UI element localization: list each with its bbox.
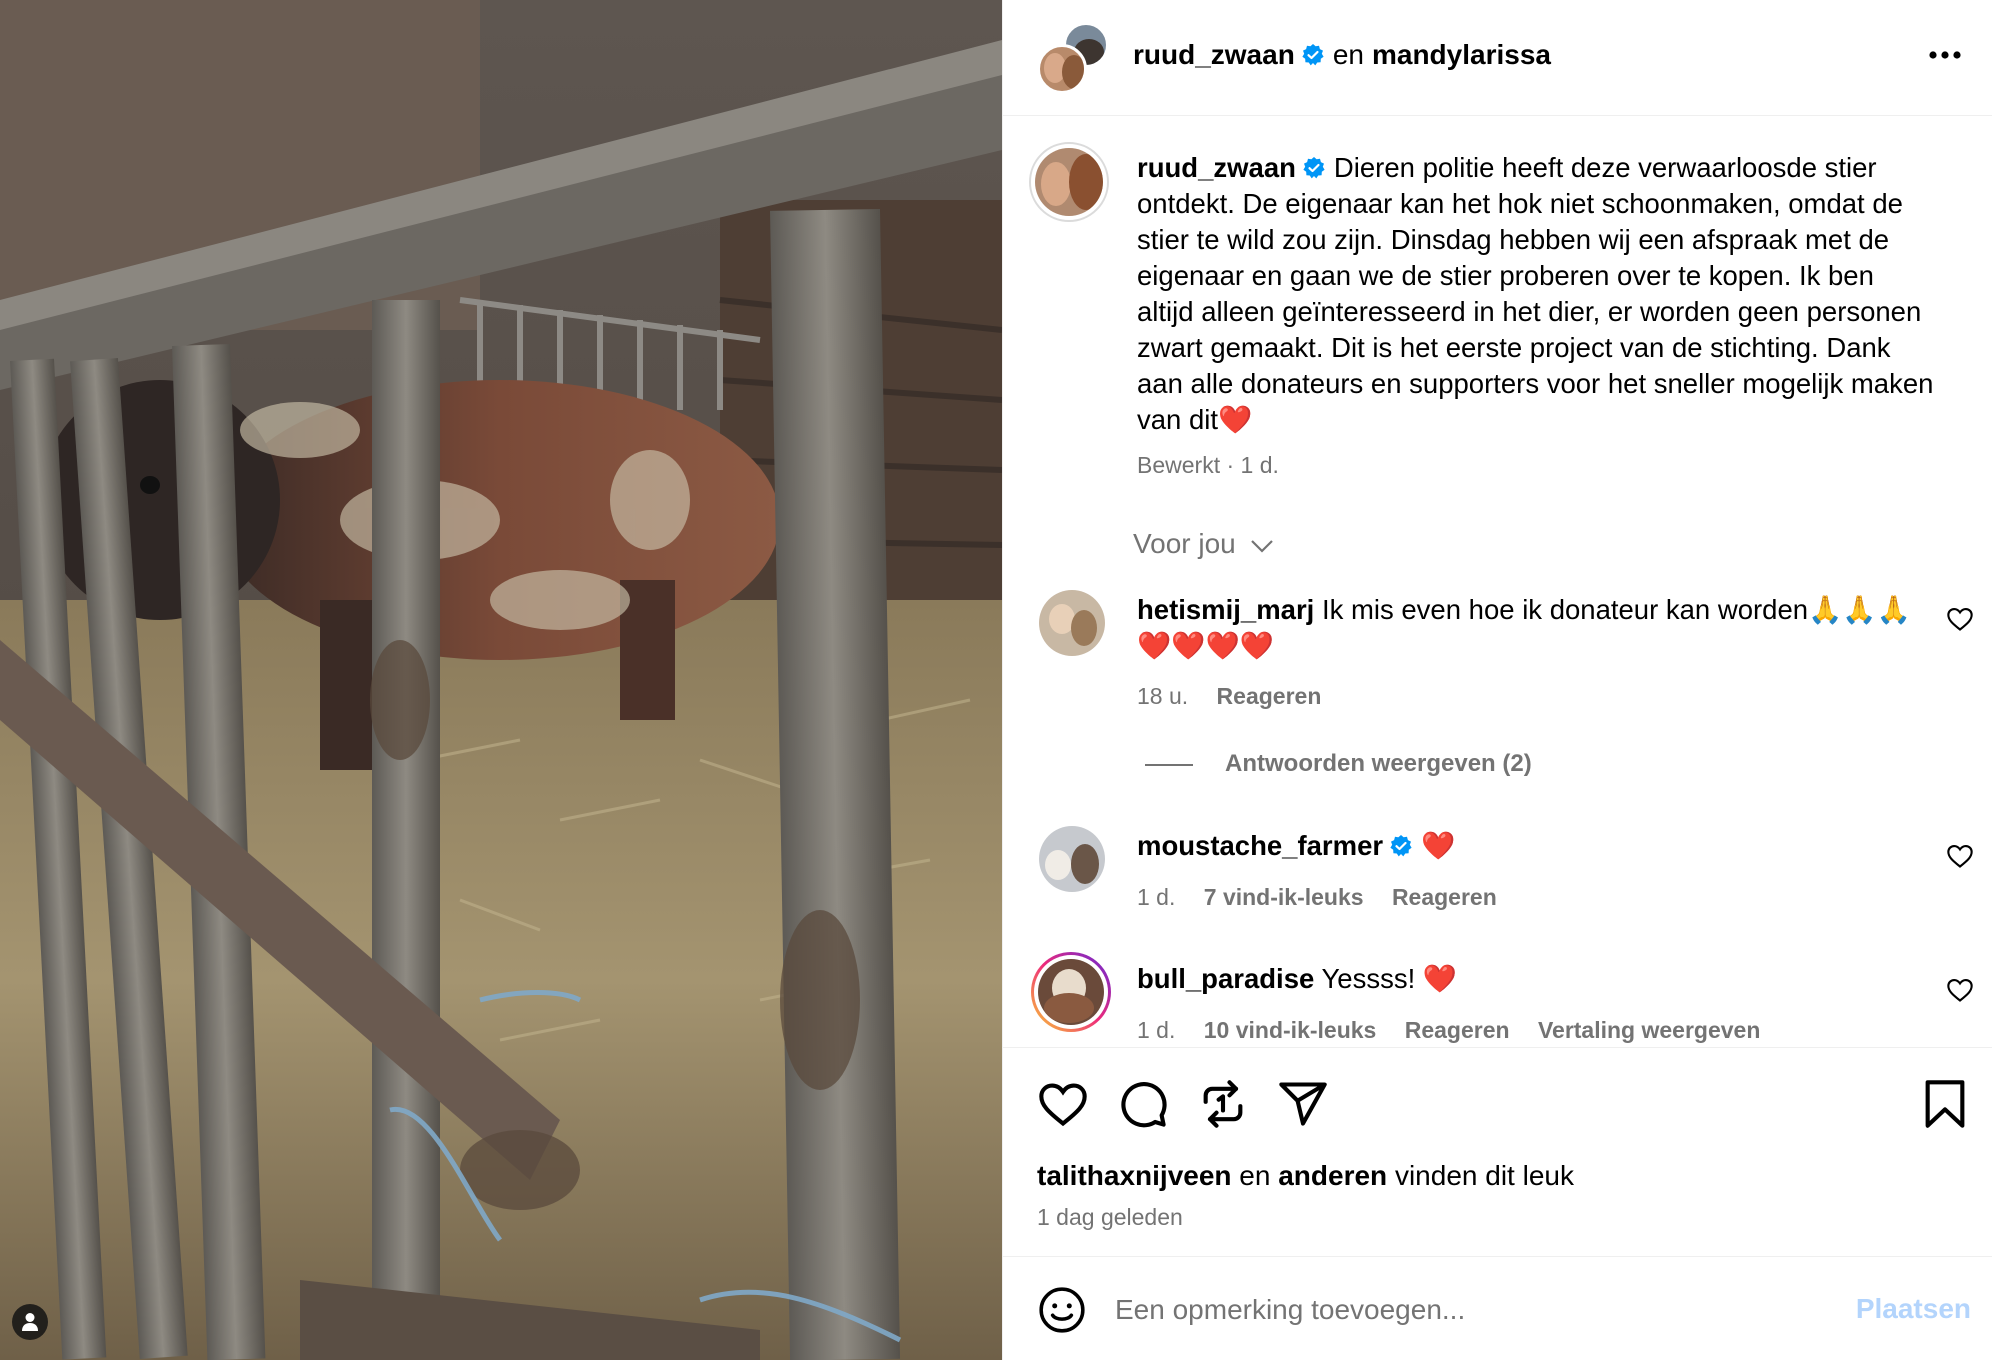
heart-icon xyxy=(1039,1083,1087,1127)
comment-avatar[interactable] xyxy=(1039,826,1105,892)
comment-3-meta: 1 d. 10 vind-ik-leuks Reageren Vertaling… xyxy=(1137,1017,1782,1044)
comment-like-button[interactable] xyxy=(1946,842,1974,870)
collab-avatar[interactable] xyxy=(1037,22,1109,94)
comment-text: Yessss! ❤️ xyxy=(1321,963,1458,994)
tagged-user-icon[interactable] xyxy=(12,1304,48,1340)
verified-badge-icon xyxy=(1303,157,1325,179)
comment-icon xyxy=(1121,1082,1167,1128)
emoji-icon xyxy=(1039,1287,1085,1333)
author-avatar xyxy=(1037,44,1087,94)
comment-input[interactable] xyxy=(1115,1287,1815,1333)
translate-button[interactable]: Vertaling weergeven xyxy=(1538,1017,1760,1043)
comment-time: 1 d. xyxy=(1137,1017,1176,1043)
comment-likes-count[interactable]: 10 vind-ik-leuks xyxy=(1204,1017,1377,1043)
share-icon xyxy=(1279,1082,1327,1126)
more-options-icon xyxy=(1929,51,1961,59)
post-timestamp[interactable]: 1 dag geleden xyxy=(1037,1204,1183,1231)
likes-others-link[interactable]: anderen xyxy=(1278,1160,1387,1191)
comment-time: 18 u. xyxy=(1137,683,1189,709)
author-username[interactable]: ruud_zwaan xyxy=(1133,39,1295,70)
share-button[interactable] xyxy=(1277,1078,1329,1130)
comment-filter-label: Voor jou xyxy=(1133,528,1236,559)
comment-like-button[interactable] xyxy=(1946,976,1974,1004)
comment-1-meta: 18 u. Reageren xyxy=(1137,683,1343,710)
comment-2-meta: 1 d. 7 vind-ik-leuks Reageren xyxy=(1137,884,1519,911)
heart-outline-icon xyxy=(1947,845,1973,868)
post-photo[interactable] xyxy=(0,0,1002,1360)
liker-username[interactable]: talithaxnijveen xyxy=(1037,1160,1232,1191)
post-comment-button[interactable]: Plaatsen xyxy=(1856,1293,1971,1325)
comment-text: ❤️ xyxy=(1421,830,1456,861)
comment-like-button[interactable] xyxy=(1946,605,1974,633)
caption-meta: Bewerkt · 1 d. xyxy=(1137,452,1279,478)
comment-avatar-story-ring[interactable] xyxy=(1031,952,1111,1032)
likes-suffix: vinden dit leuk xyxy=(1394,1160,1574,1191)
person-icon xyxy=(22,1313,38,1331)
like-button[interactable] xyxy=(1037,1078,1089,1130)
coauthor-username[interactable]: mandylarissa xyxy=(1372,39,1551,70)
heart-outline-icon xyxy=(1947,979,1973,1002)
comment-3: bull_paradise Yessss! ❤️ xyxy=(1137,961,1937,997)
comment-likes-count[interactable]: 7 vind-ik-leuks xyxy=(1204,884,1364,910)
comment-username[interactable]: bull_paradise xyxy=(1137,963,1314,994)
reply-button[interactable]: Reageren xyxy=(1405,1017,1510,1043)
add-comment-bar: Plaatsen xyxy=(1003,1256,1992,1360)
likes-summary: talithaxnijveen en anderen vinden dit le… xyxy=(1037,1160,1574,1192)
likes-connector: en xyxy=(1239,1160,1271,1191)
comment-filter-dropdown[interactable]: Voor jou xyxy=(1133,528,1274,560)
comment-time: 1 d. xyxy=(1137,884,1176,910)
caption-avatar[interactable] xyxy=(1029,142,1109,222)
chevron-down-icon xyxy=(1250,539,1273,553)
caption-text: Dieren politie heeft deze verwaarloosde … xyxy=(1137,152,1934,435)
view-replies-button[interactable]: Antwoorden weergeven (2) xyxy=(1145,750,1532,778)
comment-2: moustache_farmer ❤️ xyxy=(1137,828,1937,864)
bull-in-barn-image xyxy=(0,0,1002,1360)
bookmark-icon xyxy=(1925,1080,1965,1128)
authors-connector: en xyxy=(1332,39,1364,70)
comment-username[interactable]: hetismij_marj xyxy=(1137,594,1314,625)
comment-1: hetismij_marj Ik mis even hoe ik donateu… xyxy=(1137,592,1937,664)
comment-avatar[interactable] xyxy=(1039,590,1105,656)
heart-outline-icon xyxy=(1947,608,1973,631)
more-options-button[interactable] xyxy=(1925,38,1965,72)
comment-username[interactable]: moustache_farmer xyxy=(1137,830,1383,861)
post-authors: ruud_zwaan en mandylarissa xyxy=(1133,38,1551,72)
repost-icon xyxy=(1203,1080,1243,1128)
replies-divider xyxy=(1145,763,1193,766)
view-replies-label: Antwoorden weergeven (2) xyxy=(1225,750,1532,777)
reply-button[interactable]: Reageren xyxy=(1392,884,1497,910)
repost-button[interactable] xyxy=(1197,1078,1249,1130)
verified-badge-icon xyxy=(1390,835,1412,857)
save-button[interactable] xyxy=(1923,1078,1975,1130)
post-header: ruud_zwaan en mandylarissa xyxy=(1003,0,1992,116)
post-caption: ruud_zwaan Dieren politie heeft deze verw… xyxy=(1137,150,1937,438)
emoji-button[interactable] xyxy=(1037,1285,1087,1335)
reply-button[interactable]: Reageren xyxy=(1217,683,1322,709)
comment-button[interactable] xyxy=(1117,1078,1169,1130)
caption-username[interactable]: ruud_zwaan xyxy=(1137,152,1296,183)
post-detail-panel: ruud_zwaan en mandylarissa ruud_zwaan Diere… xyxy=(1002,0,1992,1360)
verified-badge-icon xyxy=(1302,44,1324,66)
